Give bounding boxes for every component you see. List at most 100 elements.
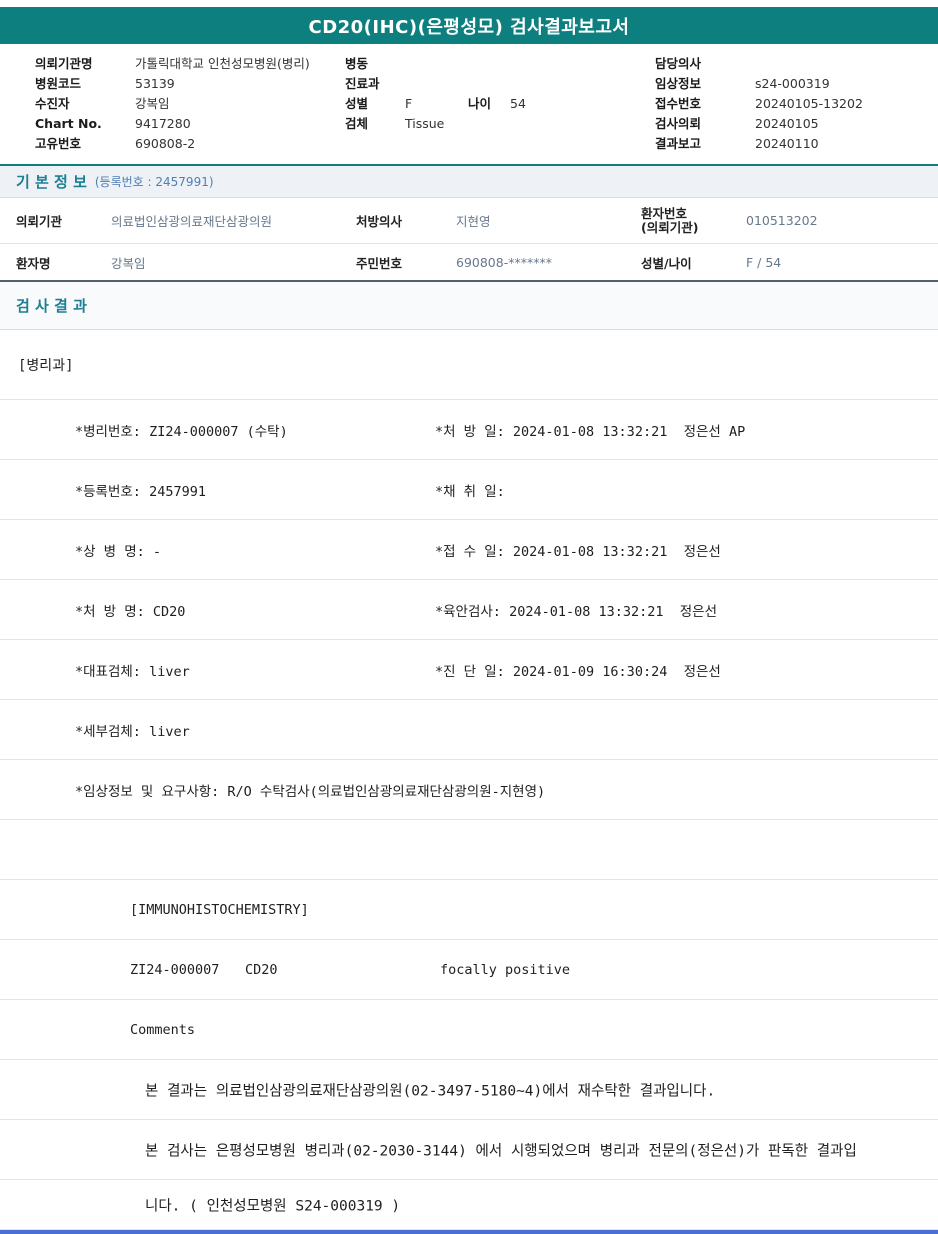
basic-info-table: 의뢰기관 의료법인삼광의료재단삼광의원 처방의사 지현영 환자번호 (의뢰기관) … [0, 198, 938, 282]
comment-line: 본 결과는 의료법인삼광의료재단삼광의원(02-3497-5180~4)에서 재… [145, 1083, 716, 1099]
report-title: CD20(IHC)(은평성모) 검사결과보고서 [308, 16, 630, 38]
field-value: 20240105-13202 [755, 96, 863, 111]
detail-left: *병리번호: ZI24-000007 (수탁) [75, 423, 288, 440]
field-label: 처방의사 [356, 214, 403, 229]
field-label: 성별 [345, 96, 369, 111]
comment-row: 본 검사는 은평성모병원 병리과(02-2030-3144) 에서 시행되었으며… [0, 1120, 938, 1180]
field-label: 담당의사 [655, 56, 702, 71]
detail-row: *병리번호: ZI24-000007 (수탁) *처 방 일: 2024-01-… [0, 400, 938, 460]
field-row-sex-age: 성별 F 나이 54 [345, 94, 655, 114]
field-label: 검체 [345, 116, 369, 131]
detail-left: *상 병 명: - [75, 543, 162, 560]
header-middle-column: 병동 진료과 성별 F 나이 54 검체 Tissue [345, 54, 655, 154]
field-row: 고유번호 690808-2 [0, 134, 345, 154]
field-value: 690808-******* [456, 254, 552, 270]
field-row: 검체 Tissue [345, 114, 655, 134]
pathology-number: ZI24-000007 [130, 961, 220, 978]
field-value: 20240110 [755, 136, 819, 151]
detail-row: *임상정보 및 요구사항: R/O 수탁검사(의료법인삼광의료재단삼광의원-지현… [0, 760, 938, 820]
field-label: 임상정보 [655, 76, 702, 91]
field-value: 53139 [135, 76, 175, 91]
field-value: 가톨릭대학교 인천성모병원(병리) [135, 56, 310, 71]
detail-right: *접 수 일: 2024-01-08 13:32:21 정은선 [435, 543, 721, 560]
detail-left: *임상정보 및 요구사항: R/O 수탁검사(의료법인삼광의료재단삼광의원-지현… [75, 783, 546, 800]
detail-left: *대표검체: liver [75, 663, 190, 680]
field-value: 강복임 [135, 96, 170, 111]
detail-row: *상 병 명: - *접 수 일: 2024-01-08 13:32:21 정은… [0, 520, 938, 580]
field-value: 강복임 [111, 255, 146, 271]
detail-row: *대표검체: liver *진 단 일: 2024-01-09 16:30:24… [0, 640, 938, 700]
detail-row: *세부검체: liver [0, 700, 938, 760]
header-right-column: 담당의사 임상정보 s24-000319 접수번호 20240105-13202… [655, 54, 938, 154]
field-value: F / 54 [746, 254, 782, 270]
detail-right: *진 단 일: 2024-01-09 16:30:24 정은선 [435, 663, 721, 680]
ihc-section-label: [IMMUNOHISTOCHEMISTRY] [130, 901, 309, 918]
detail-left: *세부검체: liver [75, 723, 190, 740]
field-label: 나이 [468, 96, 492, 111]
department-row: [병리과] [0, 330, 938, 400]
field-label: 고유번호 [35, 136, 82, 151]
comments-header-row: Comments [0, 1000, 938, 1060]
field-row: 결과보고 20240110 [655, 134, 938, 154]
basic-info-section-header: 기 본 정 보 (등록번호 : 2457991) [0, 166, 938, 198]
field-value: 690808-2 [135, 136, 196, 151]
report-page: CD20(IHC)(은평성모) 검사결과보고서 의뢰기관명 가톨릭대학교 인천성… [0, 7, 938, 1234]
detail-right: *육안검사: 2024-01-08 13:32:21 정은선 [435, 603, 718, 620]
comments-label: Comments [130, 1021, 196, 1038]
header-info: 의뢰기관명 가톨릭대학교 인천성모병원(병리) 병원코드 53139 수진자 강… [0, 44, 938, 164]
field-label: 병원코드 [35, 76, 82, 91]
field-label: 진료과 [345, 76, 380, 91]
field-row: Chart No. 9417280 [0, 114, 345, 134]
department-label: [병리과] [18, 357, 74, 374]
table-row: 환자명 강복임 주민번호 690808-******* 성별/나이 F / 54 [0, 244, 938, 280]
detail-left: *등록번호: 2457991 [75, 483, 206, 500]
results-section-header: 검 사 결 과 [0, 282, 938, 330]
field-row: 병동 [345, 54, 655, 74]
field-label-line2: (의뢰기관) [641, 219, 699, 235]
field-row: 담당의사 [655, 54, 938, 74]
detail-left: *처 방 명: CD20 [75, 603, 186, 620]
field-row: 검사의뢰 20240105 [655, 114, 938, 134]
field-label: 환자명 [16, 255, 51, 271]
field-row: 진료과 [345, 74, 655, 94]
field-label: Chart No. [35, 116, 102, 131]
test-result: focally positive [440, 961, 571, 978]
field-value: 지현영 [456, 214, 491, 229]
registration-number-note: (등록번호 : 2457991) [94, 175, 214, 189]
detail-right: *처 방 일: 2024-01-08 13:32:21 정은선 AP [435, 423, 746, 440]
detail-row: *등록번호: 2457991 *채 취 일: [0, 460, 938, 520]
field-value: 20240105 [755, 116, 819, 131]
field-label: 병동 [345, 56, 369, 71]
field-label: 의뢰기관명 [35, 56, 93, 71]
field-row: 병원코드 53139 [0, 74, 345, 94]
field-label: 성별/나이 [641, 255, 692, 271]
comment-line: 니다. ( 인천성모병원 S24-000319 ) [145, 1198, 401, 1214]
field-label: 결과보고 [655, 136, 702, 151]
field-label-line1: 환자번호 [641, 205, 688, 221]
field-label: 의뢰기관 [16, 214, 63, 229]
field-value: 의료법인삼광의료재단삼광의원 [111, 214, 273, 229]
field-row: 수진자 강복임 [0, 94, 345, 114]
report-title-bar: CD20(IHC)(은평성모) 검사결과보고서 [0, 7, 938, 44]
section-title: 기 본 정 보 [16, 173, 87, 191]
field-value: Tissue [405, 116, 445, 131]
header-left-column: 의뢰기관명 가톨릭대학교 인천성모병원(병리) 병원코드 53139 수진자 강… [0, 54, 345, 154]
comment-line: 본 검사는 은평성모병원 병리과(02-2030-3144) 에서 시행되었으며… [145, 1143, 857, 1159]
field-label: 주민번호 [356, 255, 403, 271]
ihc-header-row: [IMMUNOHISTOCHEMISTRY] [0, 880, 938, 940]
field-label: 검사의뢰 [655, 116, 702, 131]
field-row: 임상정보 s24-000319 [655, 74, 938, 94]
comment-row: 본 결과는 의료법인삼광의료재단삼광의원(02-3497-5180~4)에서 재… [0, 1060, 938, 1120]
field-label: 접수번호 [655, 96, 702, 111]
detail-row: *처 방 명: CD20 *육안검사: 2024-01-08 13:32:21 … [0, 580, 938, 640]
field-value: s24-000319 [755, 76, 830, 91]
blank-row [0, 820, 938, 880]
table-row: 의뢰기관 의료법인삼광의료재단삼광의원 처방의사 지현영 환자번호 (의뢰기관) … [0, 198, 938, 244]
bottom-divider [0, 1230, 938, 1234]
field-row: 의뢰기관명 가톨릭대학교 인천성모병원(병리) [0, 54, 345, 74]
field-value: 010513202 [746, 213, 818, 228]
field-value: 54 [510, 96, 526, 111]
field-value: F [405, 96, 413, 111]
field-label: 수진자 [35, 96, 70, 111]
detail-right: *채 취 일: [435, 483, 505, 500]
